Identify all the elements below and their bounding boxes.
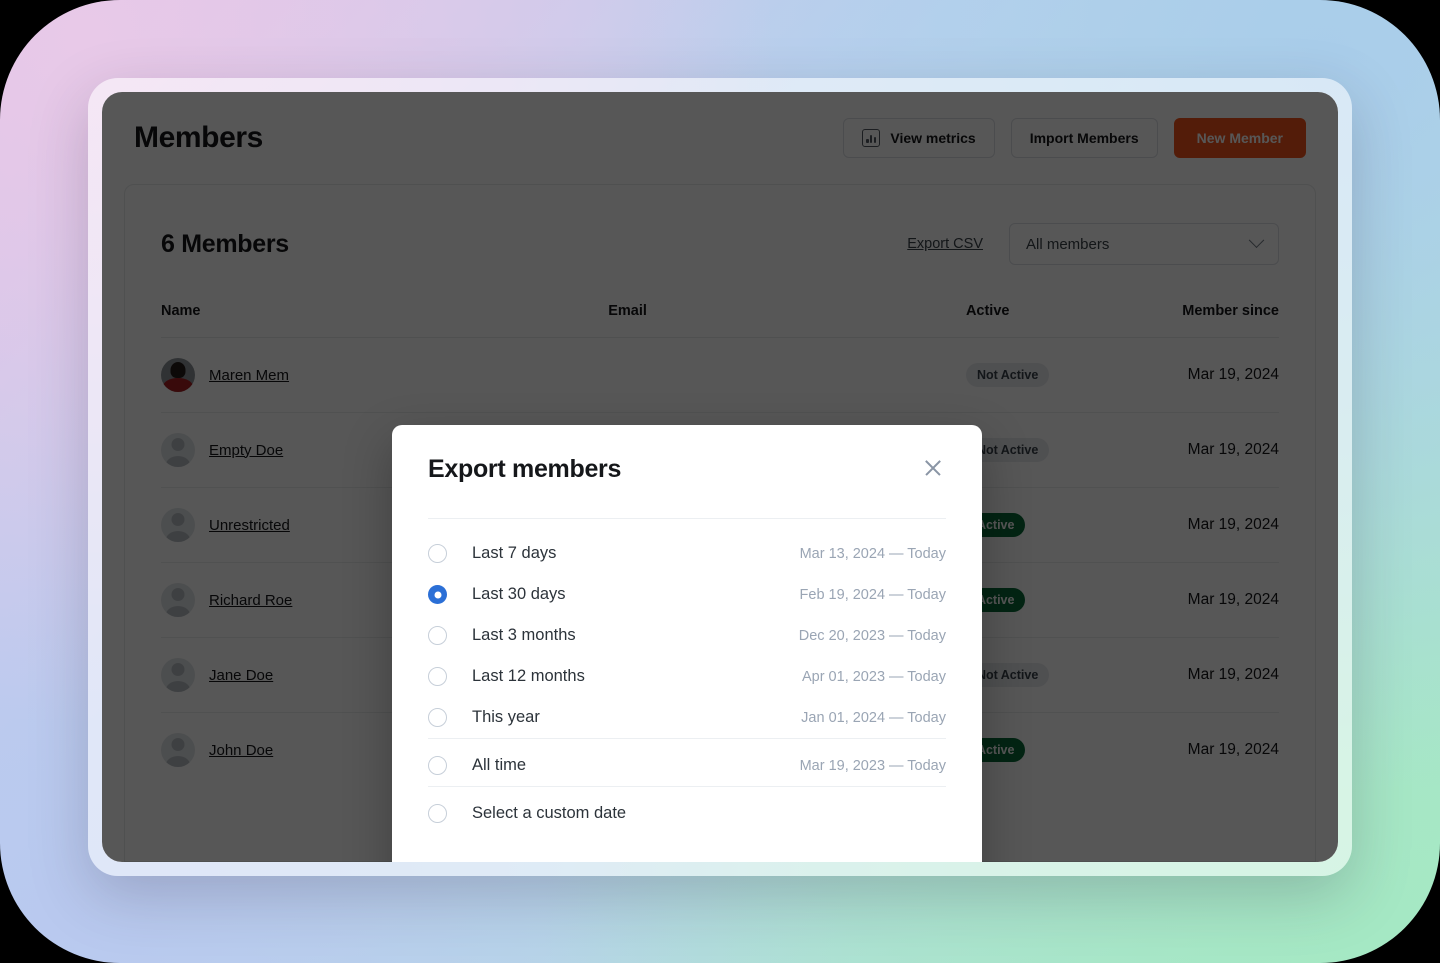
column-header-name[interactable]: Name — [161, 303, 609, 338]
avatar — [161, 433, 195, 467]
option-group: Last 7 days Mar 13, 2024 — Today Last 30 d… — [428, 519, 946, 738]
cell-member-since: Mar 19, 2024 — [1144, 412, 1279, 488]
radio-option[interactable]: All time Mar 19, 2023 — Today — [428, 745, 946, 786]
radio-option-range: Dec 20, 2023 — Today — [798, 627, 946, 644]
radio-icon[interactable] — [428, 667, 447, 686]
modal-header: Export members — [428, 455, 946, 519]
toolbar-right: Export CSV All members — [907, 223, 1279, 265]
radio-option-label: Last 3 months — [472, 626, 576, 644]
radio-icon[interactable] — [428, 756, 447, 775]
cell-active: Not Active — [965, 637, 1145, 713]
cell-email — [608, 337, 966, 413]
radio-option-label: All time — [472, 756, 527, 774]
radio-option[interactable]: Last 3 months Dec 20, 2023 — Today — [428, 615, 946, 656]
new-member-button[interactable]: New Member — [1173, 118, 1306, 158]
export-range-options: Last 7 days Mar 13, 2024 — Today Last 30 d… — [428, 519, 946, 834]
radio-option-range: Mar 13, 2024 — Today — [799, 545, 946, 562]
members-table-head: Name Email Active Member since — [161, 303, 1279, 338]
import-members-button[interactable]: Import Members — [1010, 118, 1158, 158]
member-name-link[interactable]: Empty Doe — [209, 442, 283, 459]
view-metrics-button[interactable]: View metrics — [843, 118, 995, 158]
view-metrics-label: View metrics — [890, 130, 976, 146]
chevron-down-icon — [1248, 231, 1265, 248]
modal-title: Export members — [428, 455, 622, 483]
members-filter-select[interactable]: All members — [1009, 223, 1279, 265]
members-filter-value: All members — [1026, 235, 1110, 253]
close-icon[interactable] — [920, 455, 946, 481]
cell-active: Active — [965, 713, 1145, 788]
header-actions: View metrics Import Members New Member — [843, 118, 1306, 158]
member-name-link[interactable]: John Doe — [209, 742, 273, 759]
avatar — [161, 733, 195, 768]
export-members-modal: Export members Last 7 days Mar 13, 2024 —… — [392, 425, 982, 862]
app-window: Members View metrics Import Members New … — [102, 92, 1338, 862]
avatar — [161, 508, 195, 542]
radio-option-label: This year — [472, 708, 540, 726]
members-count: 6 Members — [161, 229, 289, 258]
new-member-label: New Member — [1196, 130, 1283, 146]
cell-active: Active — [965, 487, 1145, 563]
member-name-link[interactable]: Maren Mem — [209, 367, 289, 384]
option-group: All time Mar 19, 2023 — Today — [428, 738, 946, 786]
cell-name: Maren Mem — [161, 337, 609, 413]
radio-option-range: Apr 01, 2023 — Today — [801, 668, 946, 685]
page-title: Members — [134, 121, 263, 154]
table-row[interactable]: Maren Mem Not Active Mar 19, 2024 — [161, 337, 1279, 413]
radio-icon[interactable] — [428, 626, 447, 645]
radio-option-label: Select a custom date — [472, 804, 627, 822]
cell-active: Not Active — [965, 337, 1145, 413]
column-header-active[interactable]: Active — [965, 303, 1145, 338]
modal-footer: Export — [428, 834, 946, 862]
radio-option-range: Mar 19, 2023 — Today — [799, 757, 946, 774]
radio-option-range: Jan 01, 2024 — Today — [801, 709, 946, 726]
export-csv-link[interactable]: Export CSV — [907, 236, 983, 252]
cell-member-since: Mar 19, 2024 — [1144, 487, 1279, 563]
radio-option[interactable]: Last 12 months Apr 01, 2023 — Today — [428, 656, 946, 697]
radio-option[interactable]: Last 30 days Feb 19, 2024 — Today — [428, 574, 946, 615]
bar-chart-icon — [862, 129, 881, 147]
member-name-link[interactable]: Richard Roe — [209, 592, 292, 609]
radio-icon[interactable] — [428, 585, 447, 604]
page-header: Members View metrics Import Members New … — [102, 92, 1338, 184]
status-badge: Not Active — [965, 363, 1050, 387]
member-name-link[interactable]: Unrestricted — [209, 517, 290, 534]
cell-active: Active — [965, 562, 1145, 638]
cell-member-since: Mar 19, 2024 — [1144, 637, 1279, 713]
cell-member-since: Mar 19, 2024 — [1144, 562, 1279, 638]
cell-active: Not Active — [965, 412, 1145, 488]
member-name-cell: Maren Mem — [161, 358, 608, 392]
radio-option-label: Last 30 days — [472, 585, 566, 603]
radio-icon[interactable] — [428, 708, 447, 727]
import-members-label: Import Members — [1029, 130, 1139, 146]
column-header-email[interactable]: Email — [608, 303, 966, 338]
radio-option[interactable]: This year Jan 01, 2024 — Today — [428, 697, 946, 738]
option-group: Select a custom date — [428, 786, 946, 834]
radio-option[interactable]: Last 7 days Mar 13, 2024 — Today — [428, 533, 946, 574]
cell-member-since: Mar 19, 2024 — [1187, 741, 1279, 759]
table-header-row: Name Email Active Member since — [161, 303, 1279, 338]
radio-icon[interactable] — [428, 544, 447, 563]
avatar — [161, 658, 195, 692]
cell-member-since: Mar 19, 2024 — [1144, 337, 1279, 413]
radio-option-label: Last 7 days — [472, 544, 557, 562]
members-toolbar: 6 Members Export CSV All members — [161, 185, 1279, 303]
app-window-frame: Members View metrics Import Members New … — [88, 78, 1352, 876]
member-name-link[interactable]: Jane Doe — [209, 667, 273, 684]
radio-option[interactable]: Select a custom date — [428, 793, 946, 834]
avatar — [161, 358, 195, 392]
column-header-since[interactable]: Member since — [1144, 303, 1279, 338]
gradient-backdrop: Members View metrics Import Members New … — [0, 0, 1440, 963]
radio-option-range: Feb 19, 2024 — Today — [799, 586, 946, 603]
radio-option-label: Last 12 months — [472, 667, 585, 685]
radio-icon[interactable] — [428, 804, 447, 823]
avatar — [161, 583, 195, 617]
